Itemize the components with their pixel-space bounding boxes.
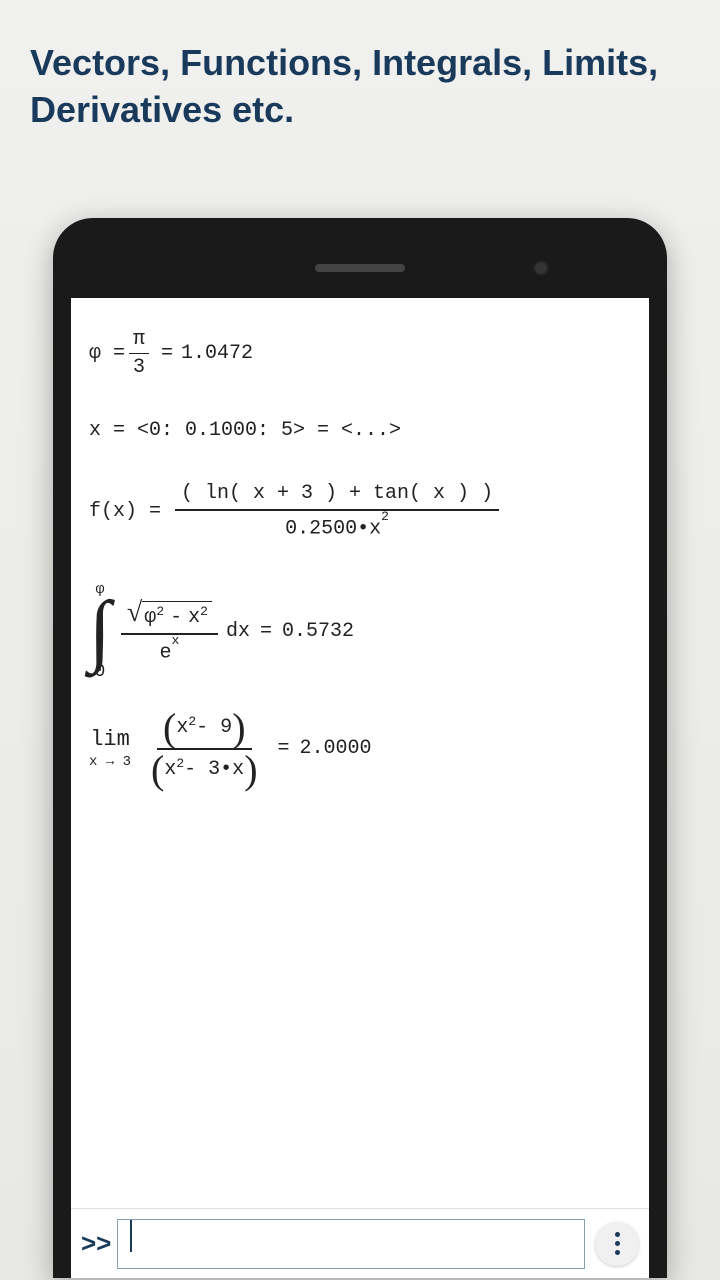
eq2-text: x = <0: 0.1000: 5> = <...> [89,419,401,442]
eq1-den: 3 [129,354,149,379]
equation-x-vector: x = <0: 0.1000: 5> = <...> [89,419,631,442]
phone-screen: φ = π 3 = 1.0472 x = <0: 0.1000: 5> = <.… [71,298,649,1278]
eq3-num: ( ln( x + 3 ) + tan( x ) ) [175,482,499,511]
integral-num: √ φ2 - x2 [121,597,218,635]
eq1-num: π [129,328,149,354]
sqrt-icon: √ [127,597,142,629]
sqrt-a-exp: 2 [156,604,164,619]
limit-num-rest: - 9 [196,716,232,739]
limit-den-a-exp: 2 [176,756,184,771]
integral-sign-icon: ∫ [89,594,111,666]
expression-input[interactable] [117,1219,585,1269]
sqrt-a: φ [144,606,156,629]
more-vert-icon [615,1241,620,1246]
integral-den: ex [154,635,186,665]
input-bar: >> [71,1208,649,1278]
integral-den-base: e [160,642,172,665]
limit-num: ( x2 - 9 ) [157,712,252,750]
eq3-den-base: 0.2500•x [285,518,381,541]
math-output-area: φ = π 3 = 1.0472 x = <0: 0.1000: 5> = <.… [71,298,649,826]
phone-frame: φ = π 3 = 1.0472 x = <0: 0.1000: 5> = <.… [53,218,667,1278]
integral-den-exp: x [172,633,180,648]
more-vert-icon [615,1250,620,1255]
limit-fraction: ( x2 - 9 ) ( x2 - 3•x ) [145,712,264,786]
limit-symbol: lim x → 3 [89,727,131,770]
eq1-equals: = [161,342,173,365]
equation-phi: φ = π 3 = 1.0472 [89,328,631,379]
integral-fraction: √ φ2 - x2 ex [121,597,218,665]
rparen-icon: ) [232,712,245,744]
text-cursor-icon [130,1220,132,1252]
eq1-fraction: π 3 [129,328,149,379]
page-headline: Vectors, Functions, Integrals, Limits, D… [0,0,720,154]
sqrt-b: x [188,606,200,629]
lparen-icon: ( [163,712,176,744]
more-vert-icon [615,1232,620,1237]
phone-bezel-top [71,238,649,298]
limit-num-a-exp: 2 [188,714,196,729]
integral-dx: dx [226,620,250,643]
eq1-value: 1.0472 [181,342,253,365]
lparen-icon-2: ( [151,754,164,786]
limit-den-a: x [164,758,176,781]
sqrt-b-exp: 2 [200,604,208,619]
integral-lower: 0 [95,662,106,682]
limit-sub: x → 3 [89,754,131,770]
limit-word: lim [90,727,130,752]
integral-symbol: φ ∫ 0 [89,581,111,682]
eq3-den: 0.2500•x2 [279,511,395,541]
eq3-fraction: ( ln( x + 3 ) + tan( x ) ) 0.2500•x2 [175,482,499,541]
integral-value: 0.5732 [282,620,354,643]
limit-num-a: x [176,716,188,739]
rparen-icon-2: ) [244,754,257,786]
limit-den-rest: - 3•x [184,758,244,781]
equation-integral: φ ∫ 0 √ φ2 - x2 [89,581,631,682]
phone-speaker [315,264,405,272]
equation-limit: lim x → 3 ( x2 - 9 ) ( x2 - 3•x ) [89,712,631,786]
integral-eq: = [260,620,272,643]
limit-value: 2.0000 [300,737,372,760]
more-options-button[interactable] [595,1222,639,1266]
limit-eq: = [278,737,290,760]
eq3-den-exp: 2 [381,509,389,524]
phone-camera [533,260,549,276]
eq1-lhs: φ = [89,342,125,365]
equation-fx: f(x) = ( ln( x + 3 ) + tan( x ) ) 0.2500… [89,482,631,541]
sqrt-op: - [170,606,182,629]
sqrt-body: φ2 - x2 [142,601,212,629]
sqrt-expr: √ φ2 - x2 [127,597,212,629]
prompt-label: >> [81,1228,111,1259]
eq3-lhs: f(x) = [89,500,161,523]
limit-den: ( x2 - 3•x ) [145,750,264,786]
